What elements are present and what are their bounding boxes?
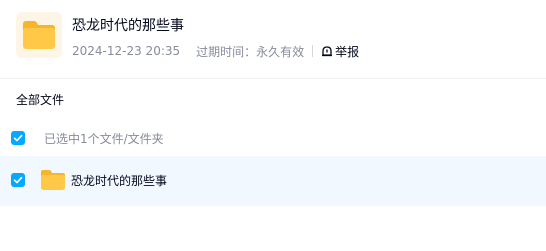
folder-icon [16,12,62,58]
divider [312,45,314,57]
share-header: 恐龙时代的那些事 2024-12-23 20:35 过期时间： 永久有效 举报 [0,0,546,79]
share-time: 2024-12-23 20:35 [72,44,181,58]
select-all-bar: 已选中1个文件/文件夹 [0,124,546,152]
report-label: 举报 [335,44,360,59]
check-icon [13,176,23,184]
file-checkbox[interactable] [11,173,25,187]
select-all-checkbox[interactable] [11,131,25,145]
file-row[interactable]: 恐龙时代的那些事 [0,156,546,206]
selection-count-text: 已选中1个文件/文件夹 [44,131,164,146]
check-icon [13,134,23,142]
share-page: 恐龙时代的那些事 2024-12-23 20:35 过期时间： 永久有效 举报 … [0,0,546,251]
expiry-label: 过期时间： [196,44,257,59]
folder-icon [41,170,65,190]
report-icon [322,46,333,57]
expiry-value: 永久有效 [256,44,305,59]
share-meta: 2024-12-23 20:35 过期时间： 永久有效 举报 [72,42,359,60]
share-title: 恐龙时代的那些事 [72,18,184,34]
breadcrumb[interactable]: 全部文件 [16,92,64,108]
file-name[interactable]: 恐龙时代的那些事 [71,172,167,190]
report-button[interactable]: 举报 [321,43,359,60]
